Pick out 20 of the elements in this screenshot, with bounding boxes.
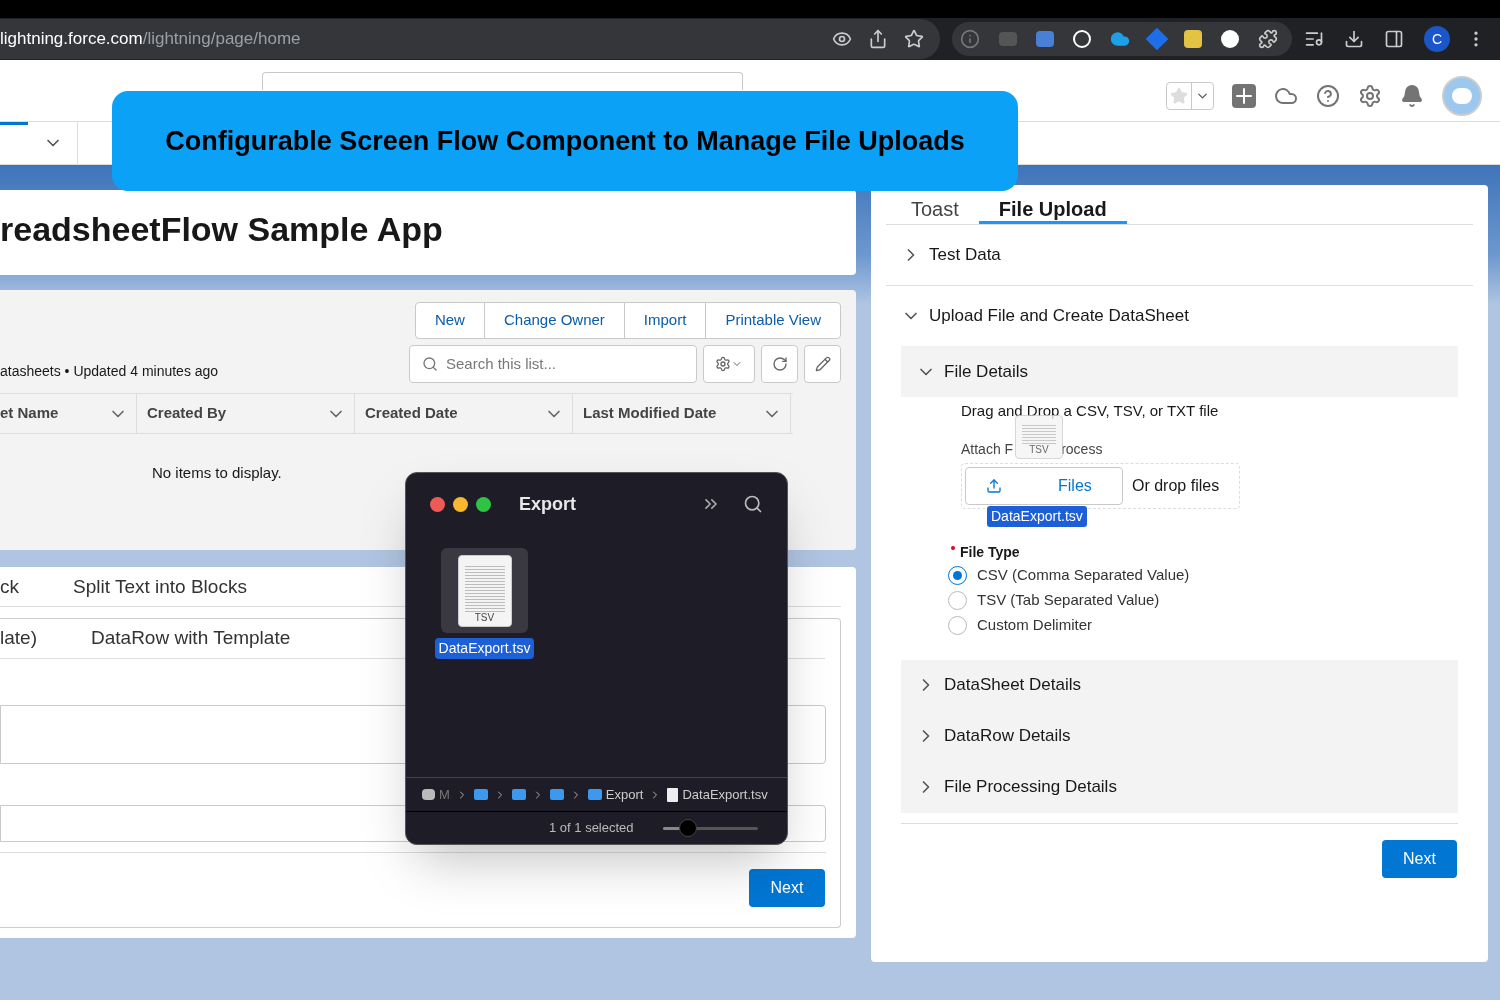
window-title: Export: [519, 492, 576, 516]
dragged-file-label: DataExport.tsv: [987, 506, 1087, 527]
title-banner: Configurable Screen Flow Component to Manage File Uploads: [112, 91, 1018, 191]
row-value: Split Text into Blocks: [73, 575, 247, 600]
row-value: DataRow with Template: [91, 626, 291, 651]
radio-label: CSV (Comma Separated Value): [977, 565, 1190, 586]
radio-label: Custom Delimiter: [977, 615, 1093, 636]
app-title: readsheetFlow Sample App: [0, 209, 443, 250]
drop-hint: Or drop files: [1132, 475, 1220, 496]
status-text: 1 of 1 selected: [549, 819, 634, 838]
dragged-file-icon: TSV: [1015, 415, 1063, 459]
field-label: rocess: [1061, 439, 1103, 459]
list-summary: atasheets • Updated 4 minutes ago: [0, 362, 219, 381]
empty-message: No items to display.: [152, 463, 283, 483]
row-label: late): [0, 626, 38, 651]
row-label: ck: [0, 575, 20, 600]
field-label: Attach F: [961, 439, 1014, 459]
spreadsheet-file-icon: TSV: [457, 554, 512, 627]
radio-label: TSV (Tab Separated Value): [977, 590, 1160, 611]
field-label: File Type: [960, 542, 1020, 562]
